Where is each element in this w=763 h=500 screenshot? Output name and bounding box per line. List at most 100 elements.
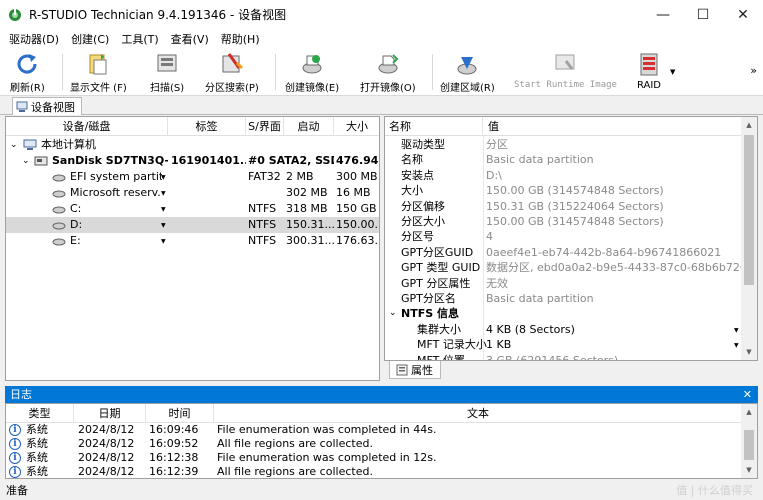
column-header-label[interactable]: 标签 <box>168 117 246 136</box>
column-header-size[interactable]: 大小 <box>334 117 379 136</box>
scroll-up-icon[interactable]: ▲ <box>741 404 757 420</box>
row-dropdown-arrow-icon[interactable]: ▼ <box>161 222 166 229</box>
scroll-up-icon[interactable]: ▲ <box>741 117 757 133</box>
property-row[interactable]: 安装点 D:\ <box>385 168 743 183</box>
tab-device-view[interactable]: 设备视图 <box>12 97 82 115</box>
scroll-down-icon[interactable]: ▼ <box>741 344 757 360</box>
properties-scrollbar[interactable]: ▲ ▼ <box>741 117 757 360</box>
toolbar-overflow-button[interactable]: » <box>750 64 757 77</box>
partition-icon <box>52 238 66 246</box>
collapse-icon[interactable]: ⌄ <box>10 137 18 153</box>
property-row[interactable]: 大小 150.00 GB (314574848 Sectors) <box>385 183 743 198</box>
refresh-icon <box>12 50 42 77</box>
column-header-type[interactable]: 类型 <box>6 404 74 423</box>
properties-panel: 名称 值 驱动类型 分区 名称 Basic data partition 安装点… <box>384 116 758 361</box>
raid-button[interactable]: RAID <box>634 50 664 94</box>
partition-search-icon <box>217 50 247 77</box>
create-region-button[interactable]: 创建区域(R) <box>440 50 495 94</box>
scan-icon <box>152 50 182 77</box>
create-region-icon <box>452 50 482 77</box>
tree-row[interactable]: ⌄ 本地计算机 <box>6 137 379 153</box>
column-header-interface[interactable]: S/界面 <box>246 117 284 136</box>
maximize-button[interactable]: ☐ <box>683 0 723 29</box>
create-image-button[interactable]: 创建镜像(E) <box>285 50 339 94</box>
column-header-value[interactable]: 值 <box>484 117 684 136</box>
refresh-button[interactable]: 刷新(R) <box>10 50 45 94</box>
property-row[interactable]: 名称 Basic data partition <box>385 152 743 167</box>
info-icon: i <box>9 424 21 436</box>
tree-row[interactable]: EFI system partiti... ▼ FAT32 2 MB 300 M… <box>6 169 379 185</box>
view-tab-strip: 设备视图 <box>0 96 763 115</box>
property-row[interactable]: GPT分区名 Basic data partition <box>385 291 743 306</box>
menu-view[interactable]: 查看(V) <box>165 31 215 47</box>
raid-icon <box>634 50 664 78</box>
open-image-button[interactable]: 打开镜像(O) <box>360 50 416 94</box>
scroll-down-icon[interactable]: ▼ <box>741 462 757 478</box>
partition-search-button[interactable]: 分区搜索(P) <box>205 50 259 94</box>
property-group-ntfs[interactable]: ⌄ NTFS 信息 <box>385 306 743 321</box>
log-panel-title: 日志 ✕ <box>5 386 758 403</box>
value-dropdown-arrow-icon[interactable]: ▼ <box>734 342 739 349</box>
column-header-date[interactable]: 日期 <box>74 404 146 423</box>
open-image-icon <box>373 50 403 77</box>
info-icon: i <box>9 466 21 478</box>
tree-row[interactable]: E: ▼ NTFS 300.31... 176.63... <box>6 233 379 249</box>
value-dropdown-arrow-icon[interactable]: ▼ <box>734 327 739 334</box>
property-row[interactable]: MFT 位置 3 GB (6291456 Sectors) <box>385 353 743 360</box>
column-header-time[interactable]: 时间 <box>146 404 214 423</box>
log-row[interactable]: i 系统 2024/8/12 16:12:39 All file regions… <box>6 465 757 478</box>
toolbar-separator <box>62 54 63 90</box>
watermark: 值 | 什么值得买 <box>676 484 753 497</box>
toolbar-separator <box>275 54 276 90</box>
log-scrollbar[interactable]: ▲ ▼ <box>741 404 757 478</box>
menu-bar: 驱动器(D) 创建(C) 工具(T) 查看(V) 帮助(H) <box>0 29 763 48</box>
tab-properties[interactable]: 属性 <box>389 361 441 379</box>
property-row[interactable]: MFT 记录大小 1 KB ▼ <box>385 337 743 352</box>
tree-row-selected[interactable]: D: ▼ NTFS 150.31... 150.00... <box>6 217 379 233</box>
collapse-icon[interactable]: ⌄ <box>22 153 30 169</box>
menu-help[interactable]: 帮助(H) <box>215 31 266 47</box>
runtime-image-icon <box>550 50 580 78</box>
column-header-text[interactable]: 文本 <box>214 404 743 423</box>
property-row[interactable]: 分区号 4 <box>385 229 743 244</box>
show-files-button[interactable]: 显示文件 (F) <box>70 50 127 94</box>
row-dropdown-arrow-icon[interactable]: ▼ <box>161 206 166 213</box>
scrollbar-thumb[interactable] <box>744 430 754 460</box>
minimize-button[interactable]: — <box>643 0 683 29</box>
log-row[interactable]: i 系统 2024/8/12 16:09:46 File enumeration… <box>6 423 757 437</box>
raid-dropdown-arrow-icon[interactable]: ▼ <box>670 68 675 76</box>
properties-icon <box>396 364 408 375</box>
property-row[interactable]: 驱动类型 分区 <box>385 137 743 152</box>
property-row[interactable]: 分区大小 150.00 GB (314574848 Sectors) <box>385 214 743 229</box>
toolbar-separator <box>432 54 433 90</box>
r-studio-app-icon <box>9 8 21 21</box>
info-icon: i <box>9 452 21 464</box>
menu-drives[interactable]: 驱动器(D) <box>3 31 65 47</box>
tree-row[interactable]: C: ▼ NTFS 318 MB 150 GB <box>6 201 379 217</box>
row-dropdown-arrow-icon[interactable]: ▼ <box>161 238 166 245</box>
menu-create[interactable]: 创建(C) <box>65 31 115 47</box>
partition-icon <box>52 174 66 182</box>
property-row[interactable]: GPT分区GUID 0aeef4e1-eb74-442b-8a64-b96741… <box>385 245 743 260</box>
scrollbar-thumb[interactable] <box>744 135 754 285</box>
column-header-device[interactable]: 设备/磁盘 <box>6 117 168 136</box>
tree-row[interactable]: ⌄ SanDisk SD7TN3Q-... 161901401... #0 SA… <box>6 153 379 169</box>
property-row[interactable]: 分区偏移 150.31 GB (315224064 Sectors) <box>385 199 743 214</box>
menu-tools[interactable]: 工具(T) <box>115 31 164 47</box>
ssd-drive-icon <box>34 156 48 166</box>
start-runtime-image-button[interactable]: Start Runtime Image <box>514 50 617 94</box>
log-row[interactable]: i 系统 2024/8/12 16:12:38 File enumeration… <box>6 451 757 465</box>
property-row[interactable]: 集群大小 4 KB (8 Sectors) ▼ <box>385 322 743 337</box>
property-row[interactable]: GPT 分区属性 无效 <box>385 276 743 291</box>
collapse-icon[interactable]: ⌄ <box>389 306 397 321</box>
log-row[interactable]: i 系统 2024/8/12 16:09:52 All file regions… <box>6 437 757 451</box>
tree-row[interactable]: Microsoft reserv... ▼ 302 MB 16 MB <box>6 185 379 201</box>
column-header-name[interactable]: 名称 <box>385 117 483 136</box>
property-row[interactable]: GPT 类型 GUID 数据分区, ebd0a0a2-b9e5-4433-87c… <box>385 260 743 275</box>
column-header-start[interactable]: 启动 <box>284 117 334 136</box>
row-dropdown-arrow-icon[interactable]: ▼ <box>161 190 166 197</box>
scan-button[interactable]: 扫描(S) <box>150 50 184 94</box>
log-close-button[interactable]: ✕ <box>743 386 752 403</box>
row-dropdown-arrow-icon[interactable]: ▼ <box>161 174 166 181</box>
close-button[interactable]: ✕ <box>723 0 763 29</box>
